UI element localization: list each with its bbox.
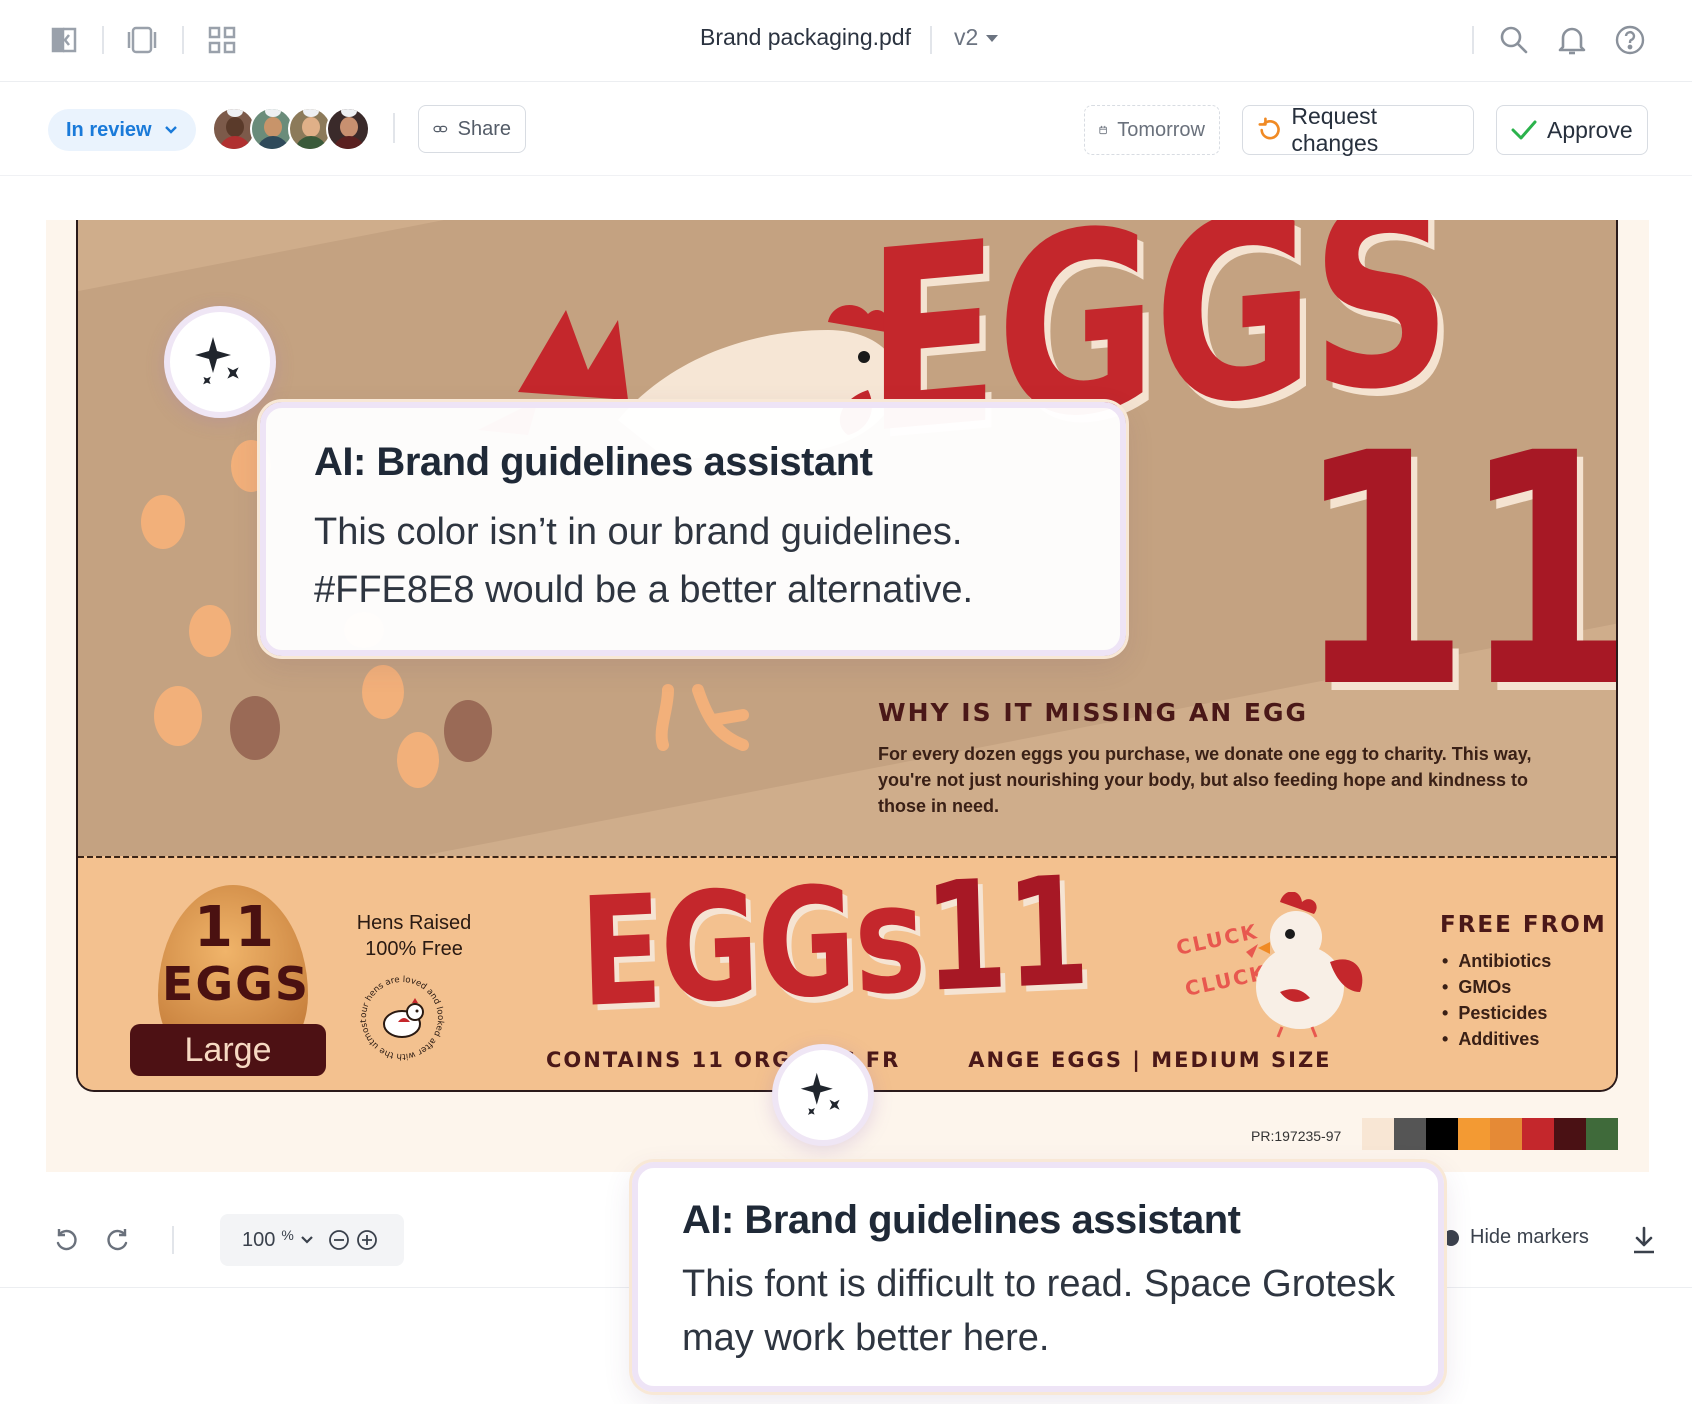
request-changes-label: Request changes bbox=[1291, 103, 1379, 156]
due-date-label: Tomorrow bbox=[1117, 118, 1205, 141]
list-item: Additives bbox=[1442, 1026, 1551, 1052]
grid-view-icon[interactable] bbox=[202, 20, 242, 60]
caret-down-icon bbox=[986, 35, 999, 43]
ai-comment-card-1[interactable]: AI: Brand guidelines assistant This colo… bbox=[260, 402, 1126, 656]
zoom-value: 100 bbox=[242, 1228, 276, 1251]
list-item: Antibiotics bbox=[1442, 948, 1551, 974]
bottom-logo-number: 11 bbox=[921, 844, 1091, 1026]
ai-card-line-1: This color isn’t in our brand guidelines… bbox=[314, 511, 963, 553]
list-item: Pesticides bbox=[1442, 1000, 1551, 1026]
undo-arrow-icon bbox=[1258, 117, 1280, 140]
zoom-in-icon[interactable] bbox=[356, 1229, 378, 1251]
size-label: Large bbox=[130, 1024, 326, 1076]
free-from-title: FREE FROM bbox=[1440, 912, 1607, 938]
swatch bbox=[1522, 1118, 1554, 1150]
chevron-down-icon bbox=[164, 126, 177, 134]
avatar[interactable] bbox=[326, 107, 370, 151]
download-icon[interactable] bbox=[1624, 1220, 1664, 1260]
sparkles-icon bbox=[800, 1072, 840, 1115]
hide-markers-label: Hide markers bbox=[1470, 1226, 1589, 1248]
status-label: In review bbox=[66, 118, 152, 141]
swatch bbox=[1362, 1118, 1394, 1150]
search-icon[interactable] bbox=[1494, 20, 1534, 60]
calendar-icon bbox=[1099, 125, 1107, 135]
hens-raised-text: Hens Raised 100% Free bbox=[334, 910, 494, 962]
zoom-control[interactable]: 100 % bbox=[220, 1214, 404, 1266]
chicken-icon bbox=[1246, 892, 1363, 1038]
missing-egg-title: WHY IS IT MISSING AN EGG bbox=[878, 698, 1308, 727]
version-label: v2 bbox=[954, 24, 979, 50]
compare-view-icon[interactable] bbox=[44, 20, 84, 60]
bottom-logo: EGGs11 bbox=[578, 845, 1090, 1041]
review-bar: In review Share Tomorrow Request changes… bbox=[0, 83, 1692, 176]
hens-line-2: 100% Free bbox=[365, 938, 463, 960]
zoom-unit: % bbox=[281, 1227, 294, 1243]
version-dropdown[interactable]: v2 bbox=[954, 24, 999, 51]
print-code: PR:197235-97 bbox=[1251, 1128, 1342, 1144]
single-page-icon[interactable] bbox=[122, 20, 162, 60]
swatch bbox=[1490, 1118, 1522, 1150]
marker-toggle-icon bbox=[1443, 1229, 1459, 1246]
bell-icon[interactable] bbox=[1552, 20, 1592, 60]
approve-label: Approve bbox=[1547, 116, 1633, 143]
ai-card-line-2: #FFE8E8 would be a better alternative. bbox=[314, 569, 974, 611]
sparkles-icon bbox=[195, 337, 239, 385]
ai-card-line-1: This font is difficult to read. Space Gr… bbox=[682, 1263, 1396, 1305]
bottom-logo-word: EGGs bbox=[577, 851, 927, 1041]
ai-comment-card-2[interactable]: AI: Brand guidelines assistant This font… bbox=[632, 1162, 1444, 1392]
color-swatches bbox=[1362, 1118, 1618, 1150]
ai-card-line-2: may work better here. bbox=[682, 1317, 1050, 1359]
zoom-out-icon[interactable] bbox=[328, 1229, 350, 1251]
document-canvas[interactable]: EGGS 11 WHY IS IT MISSING AN EGG For eve… bbox=[46, 220, 1649, 1172]
top-bar: Brand packaging.pdf v2 bbox=[0, 0, 1692, 82]
size-number: 11 bbox=[194, 895, 276, 960]
rotate-right-icon[interactable] bbox=[98, 1220, 138, 1260]
rotate-left-icon[interactable] bbox=[46, 1220, 86, 1260]
missing-egg-body: For every dozen eggs you purchase, we do… bbox=[878, 744, 1532, 816]
swatch bbox=[1394, 1118, 1426, 1150]
due-date-button[interactable]: Tomorrow bbox=[1084, 105, 1220, 155]
link-icon bbox=[433, 125, 448, 133]
ai-marker-2[interactable] bbox=[772, 1044, 874, 1146]
approve-button[interactable]: Approve bbox=[1496, 105, 1648, 155]
check-icon bbox=[1511, 120, 1537, 140]
ai-card-title: AI: Brand guidelines assistant bbox=[314, 440, 873, 484]
ai-card-message: This color isn’t in our brand guidelines… bbox=[314, 503, 1120, 619]
help-icon[interactable] bbox=[1610, 20, 1650, 60]
swatch bbox=[1586, 1118, 1618, 1150]
status-dropdown[interactable]: In review bbox=[48, 109, 196, 151]
swatch bbox=[1554, 1118, 1586, 1150]
contains-right: ANGE EGGS | MEDIUM SIZE bbox=[968, 1048, 1332, 1072]
chevron-down-icon[interactable] bbox=[300, 1235, 314, 1245]
hens-line-1: Hens Raised bbox=[356, 912, 472, 934]
ai-card-message: This font is difficult to read. Space Gr… bbox=[682, 1257, 1438, 1365]
share-button[interactable]: Share bbox=[418, 105, 526, 153]
hide-markers-toggle[interactable]: Hide markers bbox=[1442, 1226, 1589, 1249]
big-eggs-number: 11 bbox=[1296, 386, 1616, 758]
ai-marker-1[interactable] bbox=[164, 306, 276, 418]
list-item: GMOs bbox=[1442, 974, 1551, 1000]
share-label: Share bbox=[457, 117, 511, 140]
document-title: Brand packaging.pdf bbox=[700, 24, 911, 50]
packaging-artwork: EGGS 11 WHY IS IT MISSING AN EGG For eve… bbox=[76, 220, 1618, 1092]
free-from-list: Antibiotics GMOs Pesticides Additives bbox=[1442, 948, 1551, 1052]
request-changes-button[interactable]: Request changes bbox=[1242, 103, 1474, 156]
size-eggs-word: EGGS bbox=[162, 957, 311, 1011]
swatch bbox=[1458, 1118, 1490, 1150]
contains-line: CONTAINS 11 ORGANIC FR ANGE EGGS | MEDIUM… bbox=[546, 1048, 1332, 1072]
swatch bbox=[1426, 1118, 1458, 1150]
ai-card-title: AI: Brand guidelines assistant bbox=[682, 1198, 1241, 1242]
care-seal-icon: our hens are loved and looked after with… bbox=[354, 970, 445, 1061]
